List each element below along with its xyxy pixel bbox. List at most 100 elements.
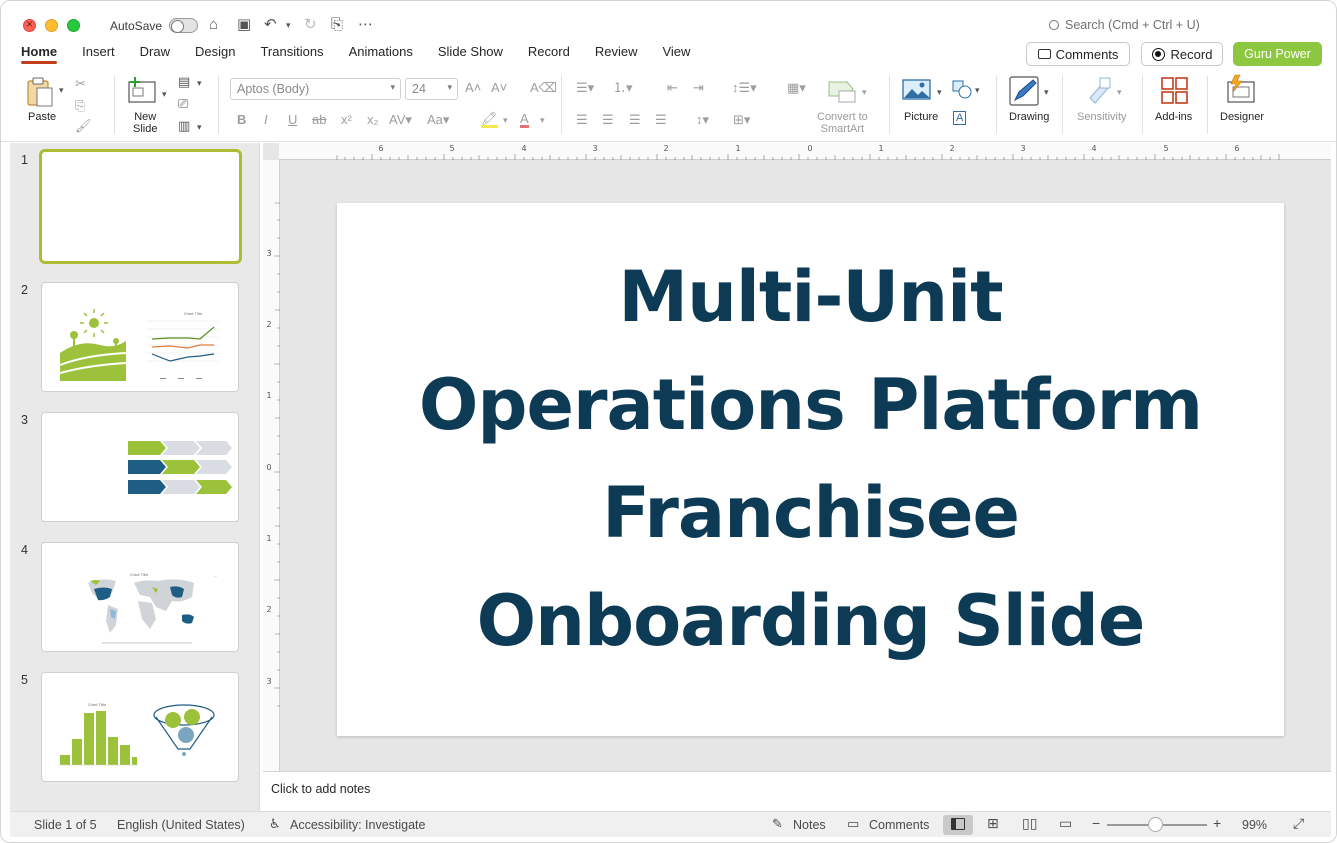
bullets-icon[interactable]: ☰▾ [576, 80, 594, 96]
text-direction-icon[interactable]: ↕▾ [696, 112, 709, 128]
font-color-dropdown-icon[interactable]: ▾ [540, 112, 545, 128]
tab-draw[interactable]: Draw [140, 44, 170, 66]
tab-transitions[interactable]: Transitions [260, 44, 323, 66]
justify-icon[interactable]: ☰ [655, 112, 667, 128]
minimize-window-button[interactable] [45, 19, 58, 32]
shapes-dropdown-icon[interactable]: ▾ [975, 82, 980, 98]
close-window-button[interactable] [23, 17, 36, 32]
zoom-level[interactable]: 99% [1242, 818, 1267, 832]
tab-review[interactable]: Review [595, 44, 638, 66]
line-spacing-icon[interactable]: ↕☰▾ [732, 80, 757, 96]
new-slide-dropdown-icon[interactable]: ▾ [162, 86, 167, 102]
slide-thumbnail-2[interactable]: Chart Title [41, 282, 239, 392]
tab-design[interactable]: Design [195, 44, 235, 66]
copy-icon[interactable]: ⎘ [75, 98, 85, 114]
accessibility-status[interactable]: Accessibility: Investigate [290, 818, 425, 832]
tab-slide-show[interactable]: Slide Show [438, 44, 503, 66]
comments-button[interactable]: Comments [1026, 42, 1130, 66]
notes-toggle[interactable]: Notes [793, 818, 826, 832]
new-slide-icon[interactable] [127, 76, 159, 106]
reading-view-icon[interactable]: ▯▯ [1022, 815, 1037, 832]
font-name-select[interactable]: Aptos (Body) ▾ [230, 78, 401, 100]
numbering-icon[interactable]: ⒈▾ [613, 80, 633, 96]
autosave-toggle[interactable] [169, 18, 198, 33]
tab-record[interactable]: Record [528, 44, 570, 66]
drawing-icon[interactable] [1009, 76, 1041, 106]
zoom-in-icon[interactable]: + [1213, 815, 1221, 831]
cut-icon[interactable]: ✂ [75, 76, 86, 92]
strikethrough-icon[interactable]: ab [312, 112, 326, 128]
paste-icon[interactable] [25, 76, 57, 108]
maximize-window-button[interactable] [67, 19, 80, 32]
home-icon[interactable]: ⌂ [209, 15, 218, 35]
underline-icon[interactable]: U [288, 112, 297, 128]
font-color-icon[interactable]: A [520, 112, 529, 128]
grow-font-icon[interactable]: A˄ [465, 80, 481, 96]
align-left-icon[interactable]: ☰ [576, 112, 588, 128]
section-dropdown-icon[interactable]: ▾ [197, 119, 202, 135]
tab-insert[interactable]: Insert [82, 44, 115, 66]
redo-icon[interactable]: ↻ [304, 15, 317, 35]
slide-thumbnail-1[interactable] [39, 149, 242, 264]
fit-to-window-icon[interactable]: ⤢ [1293, 815, 1304, 832]
paste-dropdown-icon[interactable]: ▾ [59, 82, 64, 98]
drawing-dropdown-icon[interactable]: ▾ [1044, 84, 1049, 100]
slide-show-icon[interactable]: ▭ [1059, 815, 1072, 832]
undo-dropdown-icon[interactable]: ▾ [286, 15, 291, 35]
layout-dropdown-icon[interactable]: ▾ [197, 75, 202, 91]
align-text-icon[interactable]: ⊞▾ [733, 112, 750, 128]
more-icon[interactable]: ⋯ [358, 15, 373, 35]
bold-icon[interactable]: B [237, 112, 246, 128]
tab-animations[interactable]: Animations [349, 44, 413, 66]
increase-indent-icon[interactable]: ⇥ [693, 80, 704, 96]
notes-pane[interactable]: Click to add notes [263, 771, 1331, 811]
comments-toggle[interactable]: Comments [869, 818, 929, 832]
superscript-icon[interactable]: x² [341, 112, 352, 128]
slide-thumbnail-5[interactable]: Chart Title [41, 672, 239, 782]
comments-icon[interactable]: ▭ [847, 816, 859, 832]
save-icon[interactable]: ▣ [237, 15, 251, 35]
guru-power-button[interactable]: Guru Power [1233, 42, 1322, 66]
notes-icon[interactable]: ✎ [772, 816, 783, 832]
accessibility-icon[interactable]: ♿ [269, 816, 281, 832]
picture-dropdown-icon[interactable]: ▾ [937, 84, 942, 100]
reset-icon[interactable]: ⎚ [178, 96, 188, 112]
format-painter-icon[interactable]: 🖌 [75, 118, 92, 134]
slide-thumbnail-4[interactable]: Chart Title --- [41, 542, 239, 652]
designer-icon[interactable] [1225, 74, 1257, 106]
change-case-icon[interactable]: Aa▾ [427, 112, 449, 128]
smartart-icon[interactable] [827, 78, 859, 104]
customize-icon[interactable]: ⎘ [331, 15, 343, 35]
tab-view[interactable]: View [662, 44, 690, 66]
section-icon[interactable]: ▥ [178, 118, 190, 134]
horizontal-ruler[interactable]: 6 5 4 3 2 1 0 1 2 3 4 5 6 [279, 143, 1331, 160]
character-spacing-icon[interactable]: AV▾ [389, 112, 412, 128]
italic-icon[interactable]: I [264, 112, 268, 128]
shrink-font-icon[interactable]: A˅ [491, 80, 507, 96]
zoom-slider-handle[interactable] [1148, 817, 1163, 832]
font-size-select[interactable]: 24 ▾ [405, 78, 458, 100]
highlight-icon[interactable]: 🖍 [481, 112, 498, 128]
normal-view-button[interactable] [943, 815, 973, 835]
record-button[interactable]: Record [1141, 42, 1223, 66]
slide-canvas[interactable]: Multi-Unit Operations Platform Franchise… [337, 203, 1284, 736]
sensitivity-icon[interactable] [1086, 76, 1114, 104]
undo-icon[interactable]: ↶ [264, 15, 277, 35]
sensitivity-dropdown-icon[interactable]: ▾ [1117, 84, 1122, 100]
clear-formatting-icon[interactable]: A⌫ [530, 80, 557, 96]
tab-home[interactable]: Home [21, 44, 58, 66]
decrease-indent-icon[interactable]: ⇤ [667, 80, 678, 96]
add-ins-icon[interactable] [1160, 76, 1190, 106]
shapes-icon[interactable] [952, 80, 974, 100]
text-box-icon[interactable]: A [953, 111, 967, 125]
highlight-dropdown-icon[interactable]: ▾ [503, 112, 508, 128]
zoom-out-icon[interactable]: − [1092, 815, 1100, 831]
slide-title-text[interactable]: Multi-Unit Operations Platform Franchise… [397, 243, 1224, 675]
vertical-ruler[interactable]: 3 2 1 0 1 2 3 [263, 160, 280, 771]
language-indicator[interactable]: English (United States) [117, 818, 245, 832]
align-right-icon[interactable]: ☰ [629, 112, 641, 128]
smartart-dropdown-icon[interactable]: ▾ [862, 84, 867, 100]
subscript-icon[interactable]: x₂ [367, 112, 379, 128]
layout-icon[interactable]: ▤ [178, 74, 190, 90]
align-center-icon[interactable]: ☰ [602, 112, 614, 128]
